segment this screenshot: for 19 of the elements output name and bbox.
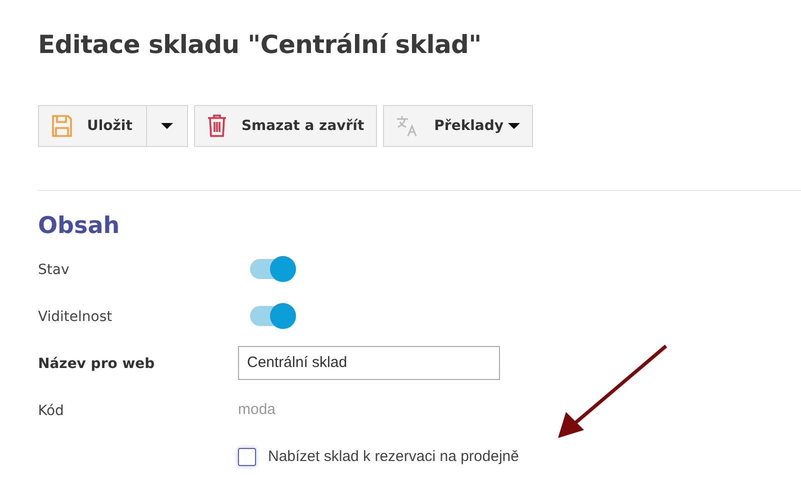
- page-title: Editace skladu "Centrální sklad": [38, 30, 482, 61]
- save-button[interactable]: Uložit: [38, 105, 148, 147]
- translations-button[interactable]: Překlady: [383, 105, 533, 147]
- delete-button[interactable]: Smazat a zavřít: [194, 105, 378, 147]
- field-value: moda: [238, 401, 276, 418]
- field-label: Viditelnost: [38, 309, 112, 325]
- caret-icon: [161, 123, 174, 129]
- caret-icon: [508, 123, 520, 129]
- checkbox[interactable]: [238, 448, 256, 466]
- toggle-switch[interactable]: [250, 306, 294, 326]
- field-label: Stav: [38, 262, 70, 278]
- input-field[interactable]: Centrální sklad: [238, 346, 500, 380]
- field-label: Kód: [38, 403, 64, 419]
- dropdown-button[interactable]: [147, 105, 188, 147]
- section-title: Obsah: [38, 213, 121, 241]
- toggle-switch[interactable]: [250, 258, 294, 278]
- checkbox-label: Nabízet sklad k rezervaci na prodejně: [268, 448, 519, 465]
- field-label: Název pro web: [38, 356, 155, 372]
- trash-icon: [207, 114, 228, 138]
